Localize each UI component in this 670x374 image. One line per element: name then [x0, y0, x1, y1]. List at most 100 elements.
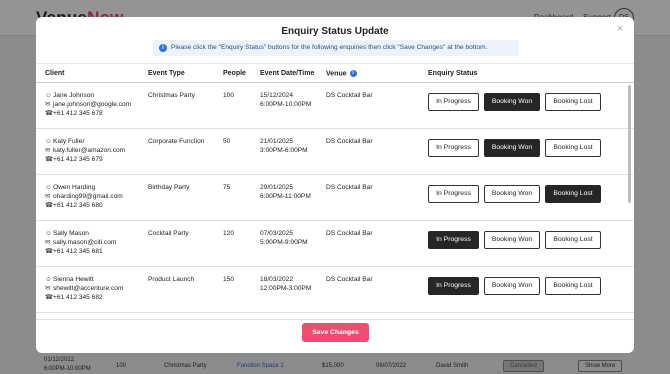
people-count: 50 [223, 138, 231, 145]
mail-icon: ✉ [45, 193, 51, 200]
venue-name: DS Cocktail Bar [326, 92, 373, 99]
person-icon: ☺ [45, 92, 52, 99]
event-date-time: 07/03/2025 5:00PM-9:00PM [260, 229, 308, 247]
enquiry-list[interactable]: ☺ Jane Johnson ✉ jane.johnson@google.com ☎ +6… [36, 83, 634, 319]
phone-icon: ☎ [45, 110, 54, 117]
people-count: 120 [223, 230, 235, 237]
client-name-line: ☺ Katy Fuller [45, 137, 125, 146]
client-email[interactable]: katy.fuller@amazon.com [53, 147, 125, 154]
mail-icon: ✉ [45, 101, 51, 108]
enquiry-status-modal: Enquiry Status Update × i Please click t… [36, 17, 634, 353]
in-progress-button[interactable]: In Progress [428, 185, 479, 203]
client-name: Katy Fuller [53, 138, 85, 145]
save-changes-button[interactable]: Save Changes [302, 323, 369, 342]
client-phone-line: ☎ +61 412 345 678 [45, 109, 131, 118]
info-text: Please click the "Enquiry Status" button… [171, 44, 488, 51]
booking-won-button[interactable]: Booking Won [484, 231, 540, 249]
event-time: 6:00PM-11:00PM [260, 193, 311, 200]
people-count: 75 [223, 184, 231, 191]
event-date-time: 18/03/2022 12:00PM-3:00PM [260, 275, 311, 293]
client-phone-line: ☎ +61 412 345 682 [45, 293, 123, 302]
venue-name: DS Cocktail Bar [326, 138, 373, 145]
table-row: ☺ Jane Johnson ✉ jane.johnson@google.com ☎ +6… [36, 83, 634, 129]
client-phone[interactable]: +61 412 345 681 [53, 248, 103, 255]
client-phone[interactable]: +61 412 345 682 [53, 294, 103, 301]
booking-lost-button[interactable]: Booking Lost [545, 139, 601, 157]
phone-icon: ☎ [45, 156, 54, 163]
event-time: 12:00PM-3:00PM [260, 285, 312, 292]
booking-lost-button[interactable]: Booking Lost [545, 277, 601, 295]
booking-won-button[interactable]: Booking Won [484, 185, 540, 203]
scrollbar[interactable] [628, 85, 631, 203]
event-type: Christmas Party [148, 92, 195, 99]
people-count: 150 [223, 276, 235, 283]
event-date-time: 29/01/2025 6:00PM-11:00PM [260, 183, 311, 201]
person-icon: ☺ [45, 230, 52, 237]
mail-icon: ✉ [45, 239, 51, 246]
person-icon: ☺ [45, 276, 52, 283]
client-cell: ☺ Sally Mason ✉ sally.mason@citi.com ☎ +61 41… [45, 229, 116, 256]
info-icon: i [159, 44, 167, 52]
client-phone-line: ☎ +61 412 345 679 [45, 155, 125, 164]
table-row: ☺ Katy Fuller ✉ katy.fuller@amazon.com ☎ +61 … [36, 129, 634, 175]
event-date-time: 15/12/2024 6:00PM-10:00PM [260, 91, 311, 109]
client-phone[interactable]: +61 412 345 680 [53, 202, 103, 209]
phone-icon: ☎ [45, 202, 54, 209]
client-name: Jane Johnson [53, 92, 95, 99]
booking-lost-button[interactable]: Booking Lost [545, 231, 601, 249]
table-header: Client Event Type People Event Date/Time… [36, 63, 634, 83]
client-email-line: ✉ oharding99@gmail.com [45, 192, 123, 201]
table-row: ☺ Sienna Hewitt ✉ shewitt@accenture.com ☎ +61… [36, 267, 634, 313]
booking-lost-button[interactable]: Booking Lost [545, 93, 601, 111]
client-cell: ☺ Owen Harding ✉ oharding99@gmail.com ☎ +61 4… [45, 183, 123, 210]
event-date: 18/03/2022 [260, 276, 294, 283]
client-phone-line: ☎ +61 412 345 681 [45, 247, 116, 256]
client-email[interactable]: sally.mason@citi.com [53, 239, 116, 246]
booking-won-button[interactable]: Booking Won [484, 139, 540, 157]
header-client: Client [45, 70, 65, 77]
modal-title: Enquiry Status Update [281, 26, 389, 37]
mail-icon: ✉ [45, 285, 51, 292]
event-date-time: 21/01/2025 3:00PM-6:00PM [260, 137, 308, 155]
client-cell: ☺ Sienna Hewitt ✉ shewitt@accenture.com ☎ +61… [45, 275, 123, 302]
event-date: 07/03/2025 [260, 230, 294, 237]
client-phone[interactable]: +61 412 345 679 [53, 156, 103, 163]
table-row: ☺ Sally Mason ✉ sally.mason@citi.com ☎ +61 41… [36, 221, 634, 267]
client-email-line: ✉ sally.mason@citi.com [45, 238, 116, 247]
client-email[interactable]: shewitt@accenture.com [53, 285, 123, 292]
client-name: Sally Mason [53, 230, 89, 237]
venue-info-icon[interactable]: i [349, 70, 357, 77]
client-name-line: ☺ Jane Johnson [45, 91, 131, 100]
header-people: People [223, 70, 246, 77]
event-date: 15/12/2024 [260, 92, 294, 99]
client-email-line: ✉ katy.fuller@amazon.com [45, 146, 125, 155]
venue-name: DS Cocktail Bar [326, 184, 373, 191]
header-venue-label: Venue [326, 70, 347, 78]
client-cell: ☺ Jane Johnson ✉ jane.johnson@google.com ☎ +6… [45, 91, 131, 118]
booking-won-button[interactable]: Booking Won [484, 93, 540, 111]
booking-lost-button[interactable]: Booking Lost [545, 185, 601, 203]
event-type: Corporate Function [148, 138, 205, 145]
booking-won-button[interactable]: Booking Won [484, 277, 540, 295]
phone-icon: ☎ [45, 248, 54, 255]
client-name-line: ☺ Sienna Hewitt [45, 275, 123, 284]
client-name-line: ☺ Owen Harding [45, 183, 123, 192]
event-time: 6:00PM-10:00PM [260, 101, 312, 108]
people-count: 100 [223, 92, 235, 99]
close-icon[interactable]: × [617, 23, 623, 35]
in-progress-button[interactable]: In Progress [428, 231, 479, 249]
event-type: Product Launch [148, 276, 195, 283]
client-phone-line: ☎ +61 412 345 680 [45, 201, 123, 210]
client-name: Owen Harding [53, 184, 96, 191]
venue-name: DS Cocktail Bar [326, 230, 373, 237]
client-phone[interactable]: +61 412 345 678 [53, 110, 103, 117]
in-progress-button[interactable]: In Progress [428, 139, 479, 157]
client-email[interactable]: jane.johnson@google.com [53, 101, 131, 108]
header-date-time: Event Date/Time [260, 70, 315, 77]
in-progress-button[interactable]: In Progress [428, 277, 479, 295]
footer-divider [36, 319, 634, 320]
header-event-type: Event Type [148, 70, 185, 77]
phone-icon: ☎ [45, 294, 54, 301]
in-progress-button[interactable]: In Progress [428, 93, 479, 111]
client-email[interactable]: oharding99@gmail.com [53, 193, 123, 200]
